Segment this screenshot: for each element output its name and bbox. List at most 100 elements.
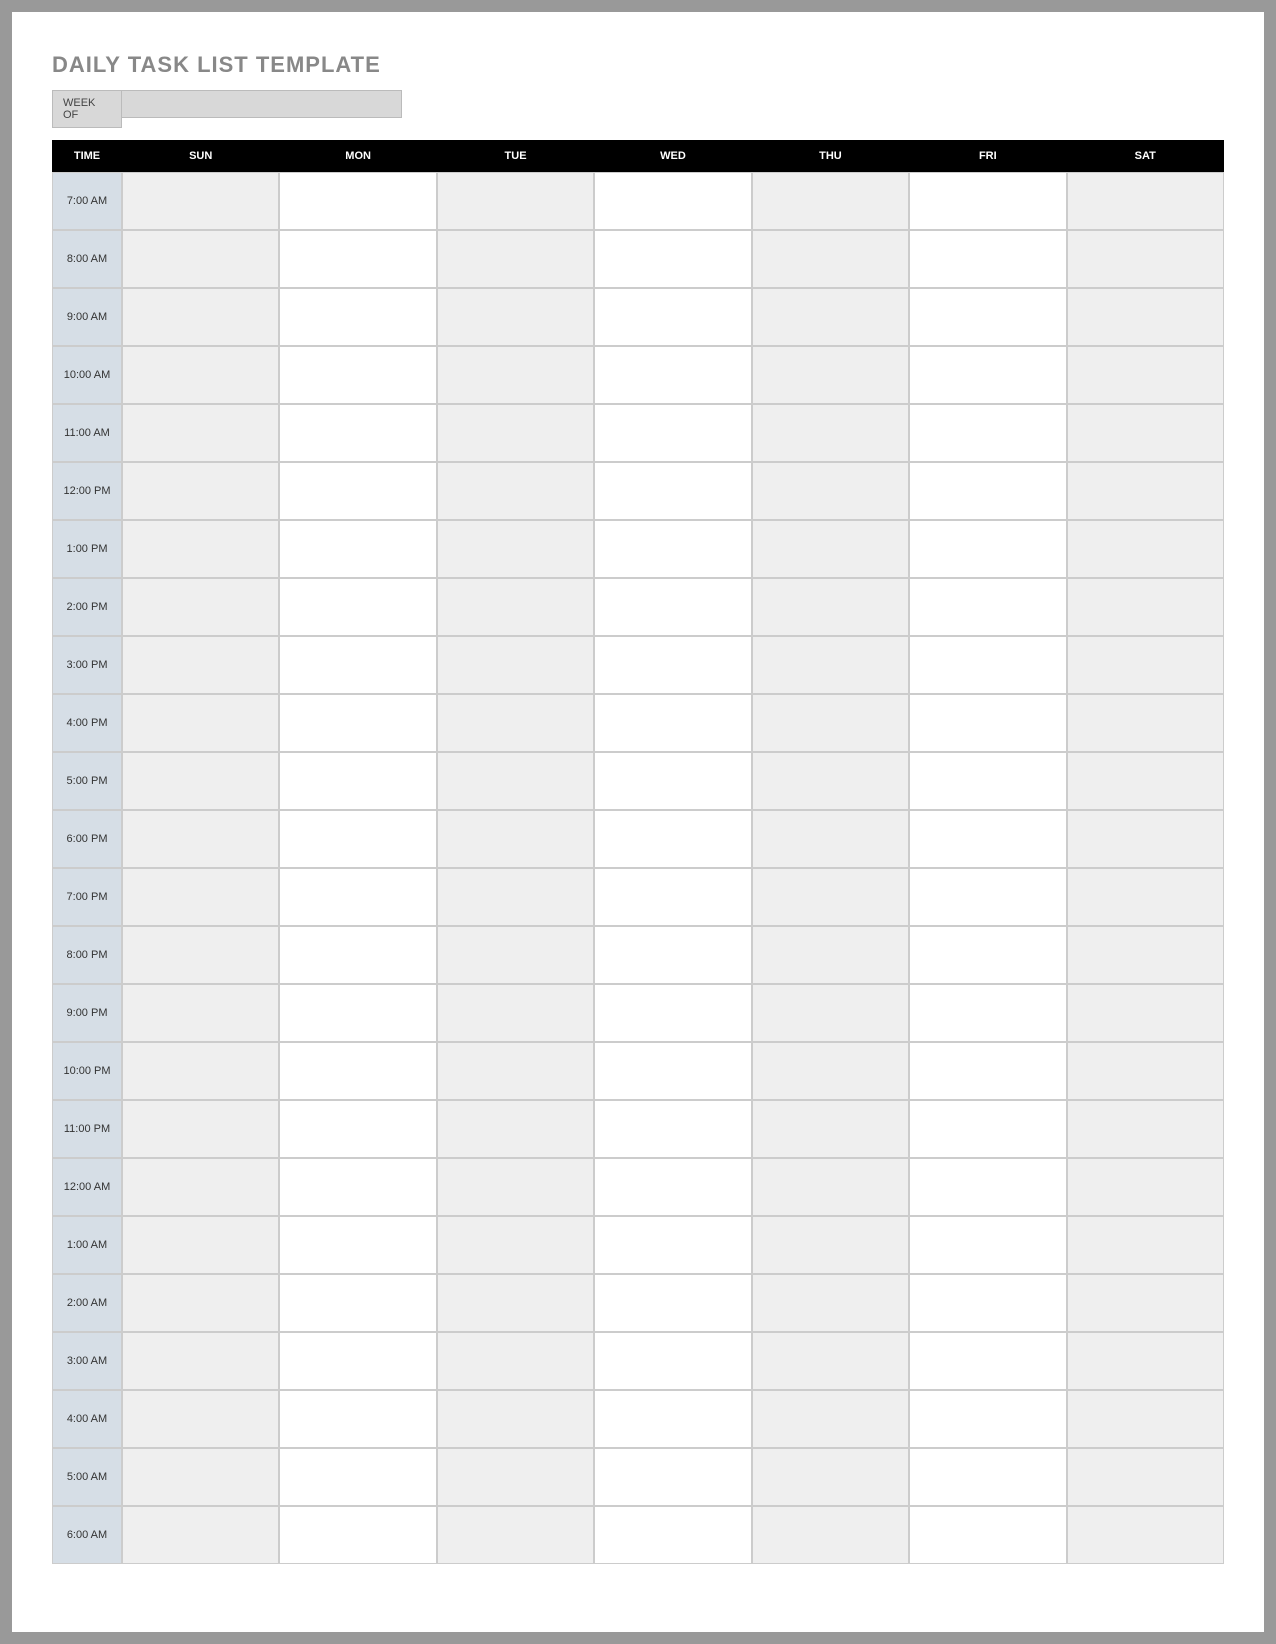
task-input[interactable] [910,1159,1065,1215]
task-input[interactable] [1068,811,1223,867]
task-input[interactable] [595,869,750,925]
task-input[interactable] [753,579,908,635]
task-input[interactable] [753,1449,908,1505]
task-input[interactable] [123,637,278,693]
task-input[interactable] [438,289,593,345]
task-input[interactable] [753,463,908,519]
task-input[interactable] [123,521,278,577]
task-input[interactable] [910,1391,1065,1447]
task-input[interactable] [753,637,908,693]
task-input[interactable] [910,985,1065,1041]
task-input[interactable] [595,173,750,229]
task-input[interactable] [910,753,1065,809]
task-input[interactable] [1068,1159,1223,1215]
task-input[interactable] [438,1275,593,1331]
task-input[interactable] [595,289,750,345]
task-input[interactable] [1068,1333,1223,1389]
task-input[interactable] [123,811,278,867]
task-input[interactable] [910,521,1065,577]
task-input[interactable] [753,1101,908,1157]
task-input[interactable] [753,289,908,345]
task-input[interactable] [1068,231,1223,287]
task-input[interactable] [123,1101,278,1157]
task-input[interactable] [123,1449,278,1505]
task-input[interactable] [123,1275,278,1331]
task-input[interactable] [910,173,1065,229]
task-input[interactable] [280,521,435,577]
task-input[interactable] [910,1507,1065,1563]
task-input[interactable] [1068,1449,1223,1505]
task-input[interactable] [123,405,278,461]
task-input[interactable] [1068,173,1223,229]
task-input[interactable] [123,1507,278,1563]
task-input[interactable] [123,1391,278,1447]
task-input[interactable] [1068,869,1223,925]
task-input[interactable] [910,1449,1065,1505]
task-input[interactable] [123,753,278,809]
task-input[interactable] [910,405,1065,461]
task-input[interactable] [1068,985,1223,1041]
task-input[interactable] [123,695,278,751]
task-input[interactable] [753,927,908,983]
task-input[interactable] [595,405,750,461]
task-input[interactable] [910,927,1065,983]
task-input[interactable] [1068,347,1223,403]
task-input[interactable] [595,811,750,867]
task-input[interactable] [280,927,435,983]
task-input[interactable] [753,753,908,809]
task-input[interactable] [1068,927,1223,983]
task-input[interactable] [910,463,1065,519]
task-input[interactable] [910,1275,1065,1331]
task-input[interactable] [1068,637,1223,693]
task-input[interactable] [280,1507,435,1563]
task-input[interactable] [595,927,750,983]
task-input[interactable] [123,869,278,925]
task-input[interactable] [123,1043,278,1099]
task-input[interactable] [438,231,593,287]
task-input[interactable] [438,579,593,635]
task-input[interactable] [280,637,435,693]
task-input[interactable] [280,405,435,461]
task-input[interactable] [910,695,1065,751]
task-input[interactable] [438,347,593,403]
task-input[interactable] [595,347,750,403]
task-input[interactable] [123,985,278,1041]
task-input[interactable] [1068,1275,1223,1331]
task-input[interactable] [595,1101,750,1157]
task-input[interactable] [280,869,435,925]
task-input[interactable] [910,1333,1065,1389]
task-input[interactable] [595,985,750,1041]
task-input[interactable] [595,521,750,577]
task-input[interactable] [1068,753,1223,809]
task-input[interactable] [595,231,750,287]
task-input[interactable] [595,1449,750,1505]
task-input[interactable] [753,405,908,461]
task-input[interactable] [1068,521,1223,577]
task-input[interactable] [438,1043,593,1099]
task-input[interactable] [280,753,435,809]
task-input[interactable] [1068,289,1223,345]
task-input[interactable] [438,1391,593,1447]
task-input[interactable] [280,1159,435,1215]
task-input[interactable] [438,1449,593,1505]
task-input[interactable] [438,173,593,229]
task-input[interactable] [280,1333,435,1389]
task-input[interactable] [280,985,435,1041]
task-input[interactable] [595,1159,750,1215]
task-input[interactable] [595,1043,750,1099]
task-input[interactable] [910,1043,1065,1099]
task-input[interactable] [753,1217,908,1273]
task-input[interactable] [123,231,278,287]
task-input[interactable] [438,753,593,809]
task-input[interactable] [910,637,1065,693]
task-input[interactable] [280,579,435,635]
task-input[interactable] [280,173,435,229]
task-input[interactable] [910,579,1065,635]
task-input[interactable] [1068,1217,1223,1273]
task-input[interactable] [910,231,1065,287]
task-input[interactable] [595,753,750,809]
task-input[interactable] [438,405,593,461]
task-input[interactable] [753,1159,908,1215]
task-input[interactable] [438,1159,593,1215]
task-input[interactable] [595,637,750,693]
